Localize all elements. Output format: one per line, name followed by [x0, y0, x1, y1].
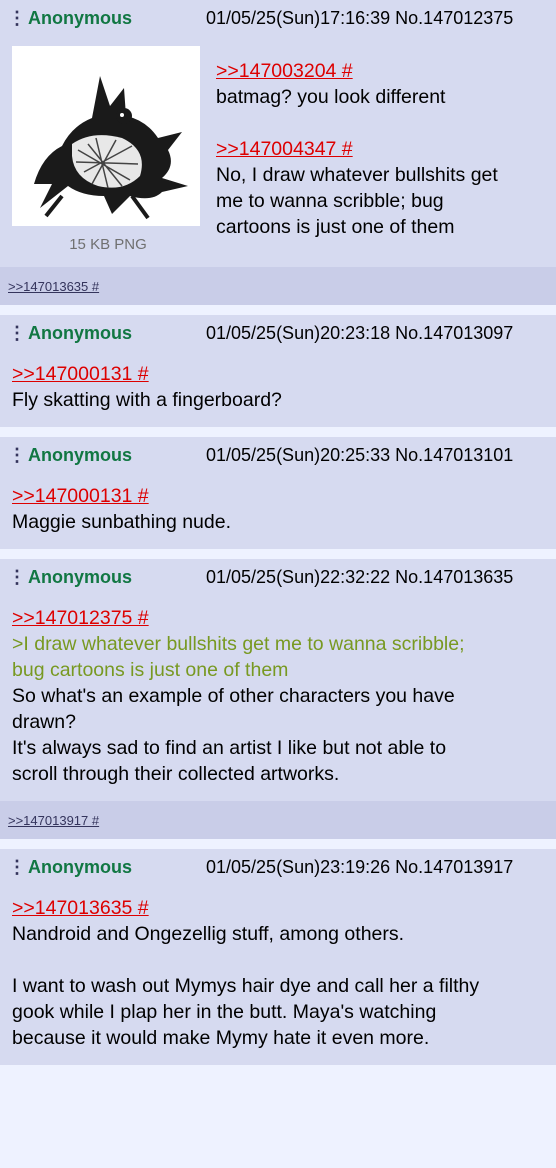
quote-link[interactable]: >>147004347 # — [216, 136, 544, 162]
poster-name: Anonymous — [28, 7, 133, 28]
message-line: scroll through their collected artworks. — [12, 763, 340, 785]
file-info: 15 KB PNG — [69, 236, 147, 253]
message-line: drawn? — [12, 711, 76, 733]
post-number[interactable]: No.147013101 — [395, 445, 513, 465]
post-datetime: 01/05/25(Sun)20:23:18 No.147013097 — [206, 322, 514, 343]
post-number[interactable]: No.147012375 — [395, 8, 513, 28]
quote-link[interactable]: >>147013635 # — [12, 895, 544, 921]
post: ⋮ Anonymous 01/05/25(Sun)20:23:18 No.147… — [0, 315, 556, 427]
post-header: ⋮ Anonymous 01/05/25(Sun)17:16:39 No.147… — [0, 0, 556, 36]
poster-name: Anonymous — [28, 856, 133, 877]
backlinks: >>147013917 # — [0, 801, 556, 839]
message-line: Maggie sunbathing nude. — [12, 511, 232, 533]
backlink[interactable]: >>147013917 # — [8, 813, 99, 828]
post: ⋮ Anonymous 01/05/25(Sun)23:19:26 No.147… — [0, 849, 556, 1065]
backlinks: >>147013635 # — [0, 267, 556, 305]
message-line: It's always sad to find an artist I like… — [12, 737, 447, 759]
file-thumbnail[interactable] — [12, 46, 200, 226]
poster-name: Anonymous — [28, 444, 133, 465]
post-datetime: 01/05/25(Sun)22:32:22 No.147013635 — [206, 566, 514, 587]
post-datetime: 01/05/25(Sun)23:19:26 No.147013917 — [206, 856, 514, 877]
message-line: gook while I plap her in the butt. Maya'… — [12, 1001, 437, 1023]
file-thumbnail-container: 15 KB PNG — [12, 46, 204, 253]
greentext-line: bug cartoons is just one of them — [12, 659, 289, 681]
post: ⋮ Anonymous 01/05/25(Sun)22:32:22 No.147… — [0, 559, 556, 839]
vertical-dots-icon[interactable]: ⋮ — [8, 323, 26, 344]
message-line: No, I draw whatever bullshits get — [216, 164, 498, 186]
vertical-dots-icon[interactable]: ⋮ — [8, 857, 26, 878]
quote-link[interactable]: >>147000131 # — [12, 361, 544, 387]
message-line: I want to wash out Mymys hair dye and ca… — [12, 975, 480, 997]
greentext-line: >I draw whatever bullshits get me to wan… — [12, 633, 465, 655]
message-line: batmag? you look different — [216, 86, 446, 108]
post-number[interactable]: No.147013917 — [395, 857, 513, 877]
post: ⋮ Anonymous 01/05/25(Sun)17:16:39 No.147… — [0, 0, 556, 305]
message-line: Nandroid and Ongezellig stuff, among oth… — [12, 923, 405, 945]
message-line: me to wanna scribble; bug — [216, 190, 444, 212]
message-line: So what's an example of other characters… — [12, 685, 455, 707]
post-datetime: 01/05/25(Sun)20:25:33 No.147013101 — [206, 444, 514, 465]
post-message: >>147003204 # batmag? you look different… — [204, 46, 544, 253]
post: ⋮ Anonymous 01/05/25(Sun)20:25:33 No.147… — [0, 437, 556, 549]
post-datetime: 01/05/25(Sun)17:16:39 No.147012375 — [206, 7, 514, 28]
backlink[interactable]: >>147013635 # — [8, 279, 99, 294]
quote-link[interactable]: >>147012375 # — [12, 605, 544, 631]
post-message: >>147013635 # Nandroid and Ongezellig st… — [0, 885, 556, 1065]
post-header: ⋮ Anonymous 01/05/25(Sun)23:19:26 No.147… — [0, 849, 556, 885]
quote-link[interactable]: >>147003204 # — [216, 58, 544, 84]
post-number[interactable]: No.147013097 — [395, 323, 513, 343]
poster-name: Anonymous — [28, 566, 133, 587]
post-number[interactable]: No.147013635 — [395, 567, 513, 587]
vertical-dots-icon[interactable]: ⋮ — [8, 445, 26, 466]
message-line: Fly skatting with a fingerboard? — [12, 389, 282, 411]
post-message: >>147000131 # Fly skatting with a finger… — [0, 351, 556, 427]
vertical-dots-icon[interactable]: ⋮ — [8, 567, 26, 588]
post-body: 15 KB PNG >>147003204 # batmag? you look… — [0, 36, 556, 267]
message-line: because it would make Mymy hate it even … — [12, 1027, 430, 1049]
post-message: >>147000131 # Maggie sunbathing nude. — [0, 473, 556, 549]
poster-name: Anonymous — [28, 322, 133, 343]
post-header: ⋮ Anonymous 01/05/25(Sun)20:25:33 No.147… — [0, 437, 556, 473]
message-line: cartoons is just one of them — [216, 216, 455, 238]
post-header: ⋮ Anonymous 01/05/25(Sun)22:32:22 No.147… — [0, 559, 556, 595]
vertical-dots-icon[interactable]: ⋮ — [8, 8, 26, 29]
post-header: ⋮ Anonymous 01/05/25(Sun)20:23:18 No.147… — [0, 315, 556, 351]
quote-link[interactable]: >>147000131 # — [12, 483, 544, 509]
post-message: >>147012375 # >I draw whatever bullshits… — [0, 595, 556, 801]
